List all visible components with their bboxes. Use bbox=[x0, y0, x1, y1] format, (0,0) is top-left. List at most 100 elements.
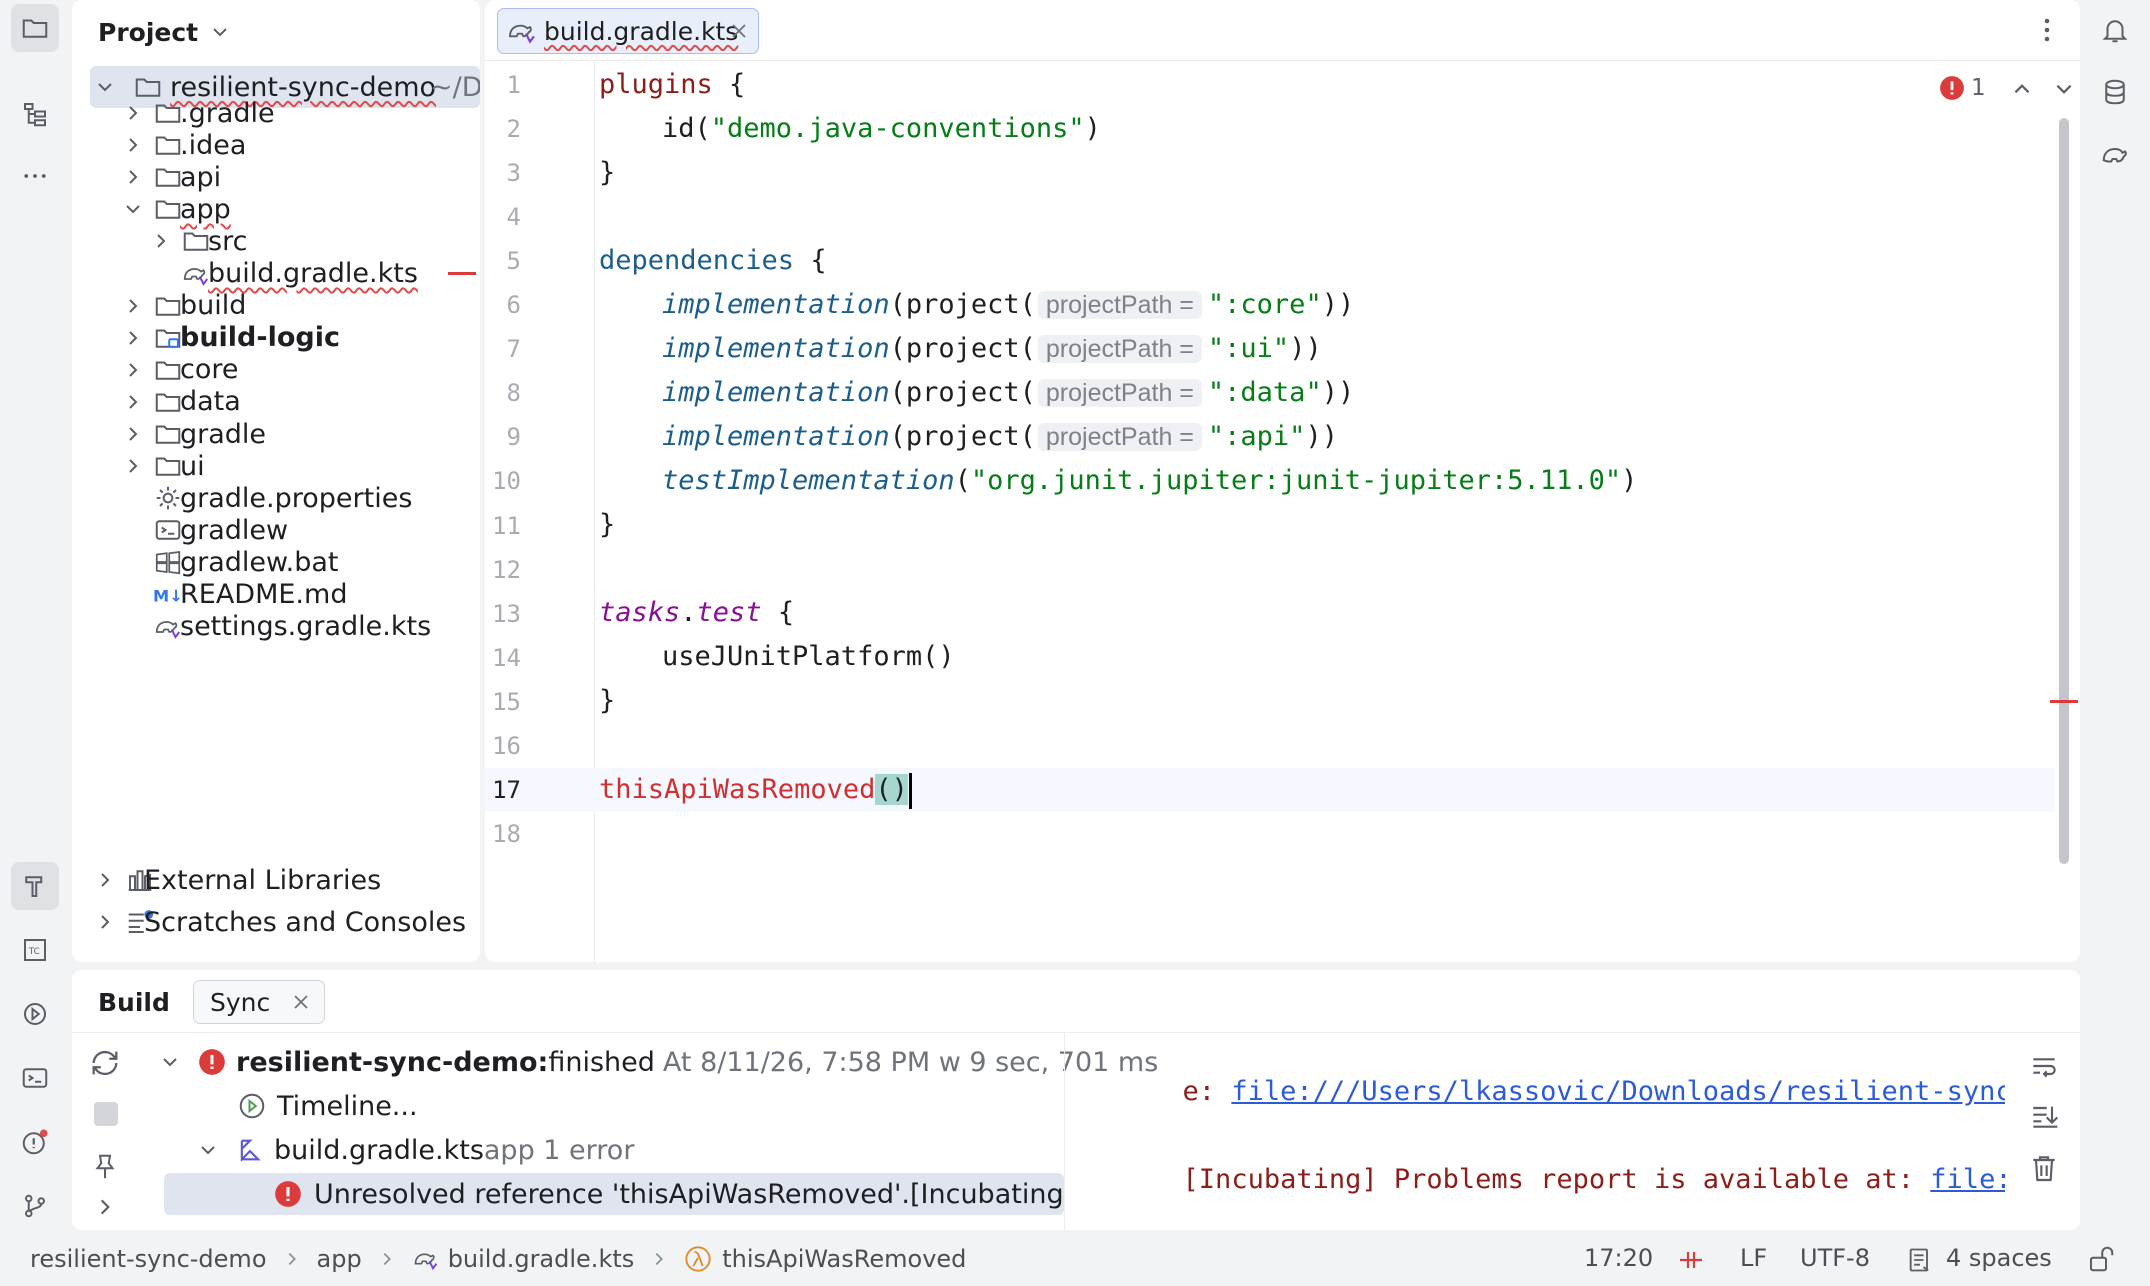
tree-row-api[interactable]: api bbox=[72, 161, 480, 193]
tree-row-core[interactable]: core bbox=[72, 354, 480, 386]
tree-row-idea[interactable]: .idea bbox=[72, 129, 480, 161]
breadcrumb-item[interactable]: build.gradle.kts bbox=[448, 1245, 635, 1273]
project-panel-header[interactable]: Project bbox=[98, 12, 230, 52]
line-number[interactable]: 16 bbox=[485, 724, 521, 768]
soft-wrap-icon[interactable] bbox=[2028, 1050, 2060, 1082]
line-number[interactable]: 1 bbox=[485, 63, 521, 107]
chevron-right-icon[interactable] bbox=[94, 869, 116, 891]
chevron-down-icon[interactable] bbox=[198, 1140, 218, 1160]
indent-setting[interactable]: 4 spaces bbox=[1946, 1244, 2052, 1272]
line-number[interactable]: 2 bbox=[485, 107, 521, 151]
teamcity-tool-button[interactable]: TC bbox=[11, 926, 59, 974]
trash-icon[interactable] bbox=[2028, 1152, 2060, 1184]
tree-row-gradle[interactable]: gradle bbox=[72, 418, 480, 450]
chevron-down-icon[interactable] bbox=[2053, 78, 2075, 100]
chevron-right-icon[interactable] bbox=[122, 134, 144, 156]
chevron-down-icon[interactable] bbox=[160, 1052, 180, 1072]
editor-scrollbar[interactable] bbox=[2059, 118, 2069, 864]
terminal-tool-button[interactable] bbox=[11, 1054, 59, 1102]
tab-build[interactable]: Build bbox=[98, 980, 170, 1024]
breadcrumb-item[interactable]: app bbox=[317, 1245, 362, 1273]
line-number[interactable]: 6 bbox=[485, 283, 521, 327]
tree-row-gradle-properties[interactable]: gradle.properties bbox=[72, 482, 480, 514]
tree-row-settings-gradle-kts[interactable]: settings.gradle.kts bbox=[72, 611, 480, 643]
line-number[interactable]: 3 bbox=[485, 151, 521, 195]
line-ending[interactable]: LF bbox=[1740, 1244, 1767, 1272]
line-number[interactable]: 12 bbox=[485, 548, 521, 592]
git-tool-button[interactable] bbox=[11, 1182, 59, 1230]
line-number[interactable]: 17 bbox=[485, 768, 521, 812]
chevron-right-icon[interactable] bbox=[122, 102, 144, 124]
chevron-right-icon[interactable] bbox=[94, 1196, 116, 1218]
structure-tool-button[interactable] bbox=[11, 90, 59, 138]
build-tree-file[interactable]: build.gradle.kts app 1 error bbox=[198, 1128, 634, 1172]
chevron-right-icon[interactable] bbox=[122, 423, 144, 445]
unresolved-reference[interactable]: thisApiWasRemoved bbox=[599, 774, 875, 805]
lock-open-icon[interactable] bbox=[2086, 1244, 2116, 1274]
line-number[interactable]: 11 bbox=[485, 504, 521, 548]
line-number[interactable]: 10 bbox=[485, 459, 521, 503]
close-icon[interactable] bbox=[730, 22, 748, 40]
pin-icon[interactable] bbox=[90, 1152, 120, 1182]
tree-row-external-libraries[interactable]: External Libraries bbox=[72, 858, 480, 902]
line-number[interactable]: 7 bbox=[485, 327, 521, 371]
build-tool-button[interactable] bbox=[11, 862, 59, 910]
chevron-right-icon[interactable] bbox=[122, 391, 144, 413]
chevron-right-icon[interactable] bbox=[122, 295, 144, 317]
file-encoding[interactable]: UTF-8 bbox=[1800, 1244, 1870, 1272]
error-stripe-marker[interactable] bbox=[2050, 700, 2078, 703]
tree-row-readme-md[interactable]: M↓ README.md bbox=[72, 579, 480, 611]
breadcrumb-item[interactable]: resilient-sync-demo bbox=[30, 1245, 267, 1273]
line-number[interactable]: 9 bbox=[485, 415, 521, 459]
database-button[interactable] bbox=[2091, 68, 2139, 116]
build-tree-timeline[interactable]: Timeline... bbox=[237, 1084, 418, 1128]
tree-row-build[interactable]: build bbox=[72, 290, 480, 322]
tree-row-build-logic[interactable]: build-logic bbox=[72, 322, 480, 354]
problems-tool-button[interactable] bbox=[11, 1118, 59, 1166]
tree-row-gradle[interactable]: .gradle bbox=[72, 97, 480, 129]
chevron-right-icon[interactable] bbox=[122, 166, 144, 188]
tree-row-scratches[interactable]: Scratches and Consoles bbox=[72, 900, 480, 944]
build-console[interactable]: e: file:///Users/lkassovic/Downloads/res… bbox=[1065, 1033, 2005, 1230]
line-number[interactable]: 13 bbox=[485, 592, 521, 636]
line-number[interactable]: 14 bbox=[485, 636, 521, 680]
tree-row-build-gradle-kts[interactable]: build.gradle.kts bbox=[72, 258, 480, 290]
console-link[interactable]: file:///Users/lkassovic/Downloads/resili… bbox=[1231, 1076, 2005, 1107]
chevron-down-icon[interactable] bbox=[94, 76, 116, 98]
line-number[interactable]: 5 bbox=[485, 239, 521, 283]
build-tree-error[interactable]: Unresolved reference 'thisApiWasRemoved'… bbox=[274, 1172, 1064, 1216]
breadcrumb-item[interactable]: thisApiWasRemoved bbox=[722, 1245, 966, 1273]
tab-sync[interactable]: Sync bbox=[193, 980, 325, 1024]
line-number[interactable]: 8 bbox=[485, 371, 521, 415]
close-icon[interactable] bbox=[292, 993, 310, 1011]
line-number[interactable]: 18 bbox=[485, 812, 521, 856]
chevron-down-icon[interactable] bbox=[122, 198, 144, 220]
chevron-right-icon[interactable] bbox=[122, 327, 144, 349]
console-link[interactable]: file:///Users/ bbox=[1930, 1164, 2005, 1195]
tree-row-gradlew-bat[interactable]: gradlew.bat bbox=[72, 546, 480, 578]
tab-menu-icon[interactable] bbox=[2035, 14, 2059, 46]
chevron-right-icon[interactable] bbox=[122, 455, 144, 477]
chevron-right-icon[interactable] bbox=[94, 911, 116, 933]
caret-position[interactable]: 17:20 bbox=[1584, 1244, 1653, 1272]
tree-row-ui[interactable]: ui bbox=[72, 450, 480, 482]
notifications-button[interactable] bbox=[2091, 6, 2139, 54]
chevron-up-icon[interactable] bbox=[2011, 78, 2033, 100]
editor-tab[interactable]: build.gradle.kts bbox=[497, 8, 759, 54]
tree-row-data[interactable]: data bbox=[72, 386, 480, 418]
error-indicator[interactable]: 1 bbox=[1939, 72, 1986, 104]
run-tool-button[interactable] bbox=[11, 990, 59, 1038]
more-tools-button[interactable] bbox=[11, 152, 59, 200]
sync-icon[interactable] bbox=[88, 1046, 122, 1080]
line-number[interactable]: 4 bbox=[485, 195, 521, 239]
tree-row-app[interactable]: app bbox=[72, 193, 480, 225]
chevron-right-icon[interactable] bbox=[122, 359, 144, 381]
vcs-diff-icon[interactable] bbox=[1676, 1246, 1706, 1274]
chevron-right-icon[interactable] bbox=[150, 230, 172, 252]
line-number[interactable]: 15 bbox=[485, 680, 521, 724]
tree-row-gradlew[interactable]: gradlew bbox=[72, 514, 480, 546]
build-tree-root[interactable]: resilient-sync-demo: finished At 8/11/26… bbox=[160, 1040, 1158, 1084]
tree-row-src[interactable]: src bbox=[72, 225, 480, 257]
scroll-to-end-icon[interactable] bbox=[2028, 1100, 2060, 1132]
project-tool-button[interactable] bbox=[11, 4, 59, 52]
